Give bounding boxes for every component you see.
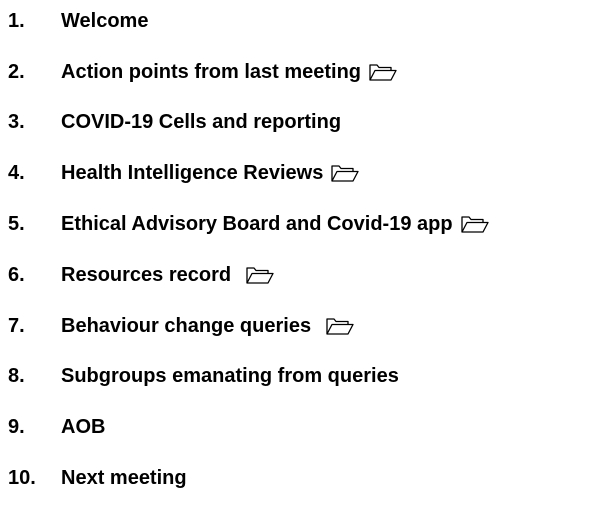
item-label: Subgroups emanating from queries xyxy=(61,364,399,387)
item-number: 2. xyxy=(8,60,25,83)
folder-open-icon[interactable] xyxy=(460,214,490,234)
item-label: Action points from last meeting xyxy=(61,60,362,83)
agenda-item-behaviour-change: 7. Behaviour change queries xyxy=(8,309,355,343)
item-label: Welcome xyxy=(61,9,149,32)
item-label: Behaviour change queries xyxy=(61,314,312,337)
folder-open-icon[interactable] xyxy=(245,265,275,285)
agenda-item-covid-cells: 3. COVID-19 Cells and reporting xyxy=(8,105,341,139)
agenda-item-next-meeting: 10. Next meeting xyxy=(8,461,187,495)
folder-open-icon[interactable] xyxy=(368,62,398,82)
item-label: COVID-19 Cells and reporting xyxy=(61,110,342,133)
item-number: 4. xyxy=(8,161,25,184)
item-number: 9. xyxy=(8,415,25,438)
item-number: 10. xyxy=(8,466,36,489)
item-number: 8. xyxy=(8,364,25,387)
item-label: Health Intelligence Reviews xyxy=(61,161,324,184)
agenda-item-action-points: 2. Action points from last meeting xyxy=(8,55,398,89)
agenda-item-health-intelligence: 4. Health Intelligence Reviews xyxy=(8,156,360,190)
meeting-agenda: 1. Welcome 2. Action points from last me… xyxy=(0,0,596,520)
item-number: 3. xyxy=(8,110,25,133)
item-number: 7. xyxy=(8,314,25,337)
folder-open-icon[interactable] xyxy=(325,316,355,336)
item-label: Ethical Advisory Board and Covid-19 app xyxy=(61,212,453,235)
item-number: 6. xyxy=(8,263,25,286)
item-number: 1. xyxy=(8,9,25,32)
item-label: AOB xyxy=(61,415,106,438)
folder-open-icon[interactable] xyxy=(330,163,360,183)
agenda-item-aob: 9. AOB xyxy=(8,410,105,444)
agenda-item-ethical-advisory: 5. Ethical Advisory Board and Covid-19 a… xyxy=(8,207,490,241)
item-label: Next meeting xyxy=(61,466,187,489)
item-number: 5. xyxy=(8,212,25,235)
agenda-item-welcome: 1. Welcome xyxy=(8,4,148,38)
item-label: Resources record xyxy=(61,263,232,286)
agenda-item-subgroups: 8. Subgroups emanating from queries xyxy=(8,359,399,393)
agenda-item-resources-record: 6. Resources record xyxy=(8,258,275,292)
